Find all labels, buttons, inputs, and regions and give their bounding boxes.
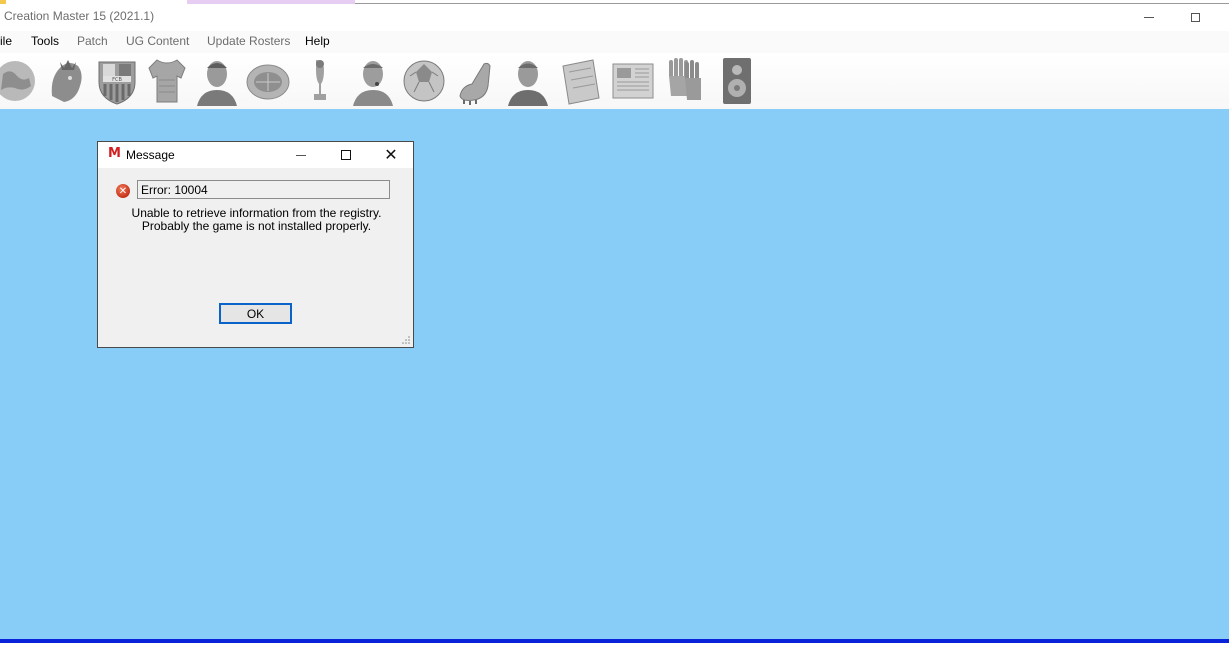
tactics-board-icon[interactable]: [558, 55, 604, 107]
menu-update-rosters[interactable]: Update Rosters: [207, 34, 290, 48]
app-logo-icon: M: [108, 146, 121, 161]
minimize-button[interactable]: [1126, 4, 1172, 30]
window-title: Creation Master 15 (2021.1): [4, 9, 155, 23]
svg-text:FCB: FCB: [112, 77, 122, 83]
player-icon[interactable]: [194, 55, 240, 107]
lion-crest-icon[interactable]: [43, 55, 89, 107]
manager-icon[interactable]: [505, 55, 551, 107]
menu-patch[interactable]: Patch: [77, 34, 108, 48]
dialog-title: Message: [126, 148, 175, 162]
ok-button-label: OK: [246, 306, 265, 321]
newspaper-icon[interactable]: [610, 55, 656, 107]
dialog-minimize-button[interactable]: [278, 142, 324, 168]
menu-bar: ile Tools Patch UG Content Update Roster…: [0, 31, 1229, 53]
jersey-icon[interactable]: [144, 55, 190, 107]
club-crest-icon[interactable]: FCB: [94, 55, 140, 107]
resize-grip-icon[interactable]: [401, 335, 411, 345]
globe-icon[interactable]: [0, 55, 38, 107]
ok-button[interactable]: OK: [219, 303, 292, 324]
trophy-icon[interactable]: [297, 55, 343, 107]
window-title-bar: Creation Master 15 (2021.1): [0, 4, 1229, 30]
menu-tools[interactable]: Tools: [31, 34, 59, 48]
ball-icon[interactable]: [401, 55, 447, 107]
maximize-button[interactable]: [1172, 4, 1218, 30]
minimize-icon: [296, 154, 306, 156]
error-icon: ✕: [116, 184, 130, 198]
message-dialog: M Message ✕ ✕ Error: 10004 Unable to ret…: [97, 141, 414, 348]
minimize-icon: [1144, 16, 1154, 18]
menu-help[interactable]: Help: [305, 34, 330, 48]
dialog-maximize-button[interactable]: [323, 142, 369, 168]
close-icon: ✕: [384, 145, 398, 164]
speaker-icon[interactable]: [714, 55, 760, 107]
menu-file[interactable]: ile: [0, 34, 12, 48]
maximize-icon: [341, 150, 351, 160]
dialog-close-button[interactable]: ✕: [368, 142, 414, 168]
error-message: Unable to retrieve information from the …: [131, 206, 382, 233]
stadium-icon[interactable]: [245, 55, 291, 107]
gloves-icon[interactable]: [662, 55, 708, 107]
dialog-title-bar: M Message ✕: [98, 142, 413, 168]
menu-ug-content[interactable]: UG Content: [126, 34, 189, 48]
referee-icon[interactable]: [350, 55, 396, 107]
error-code-field: Error: 10004: [137, 180, 390, 199]
maximize-icon: [1190, 12, 1200, 22]
toolbar: FCB: [0, 53, 1229, 109]
boot-icon[interactable]: [453, 55, 499, 107]
